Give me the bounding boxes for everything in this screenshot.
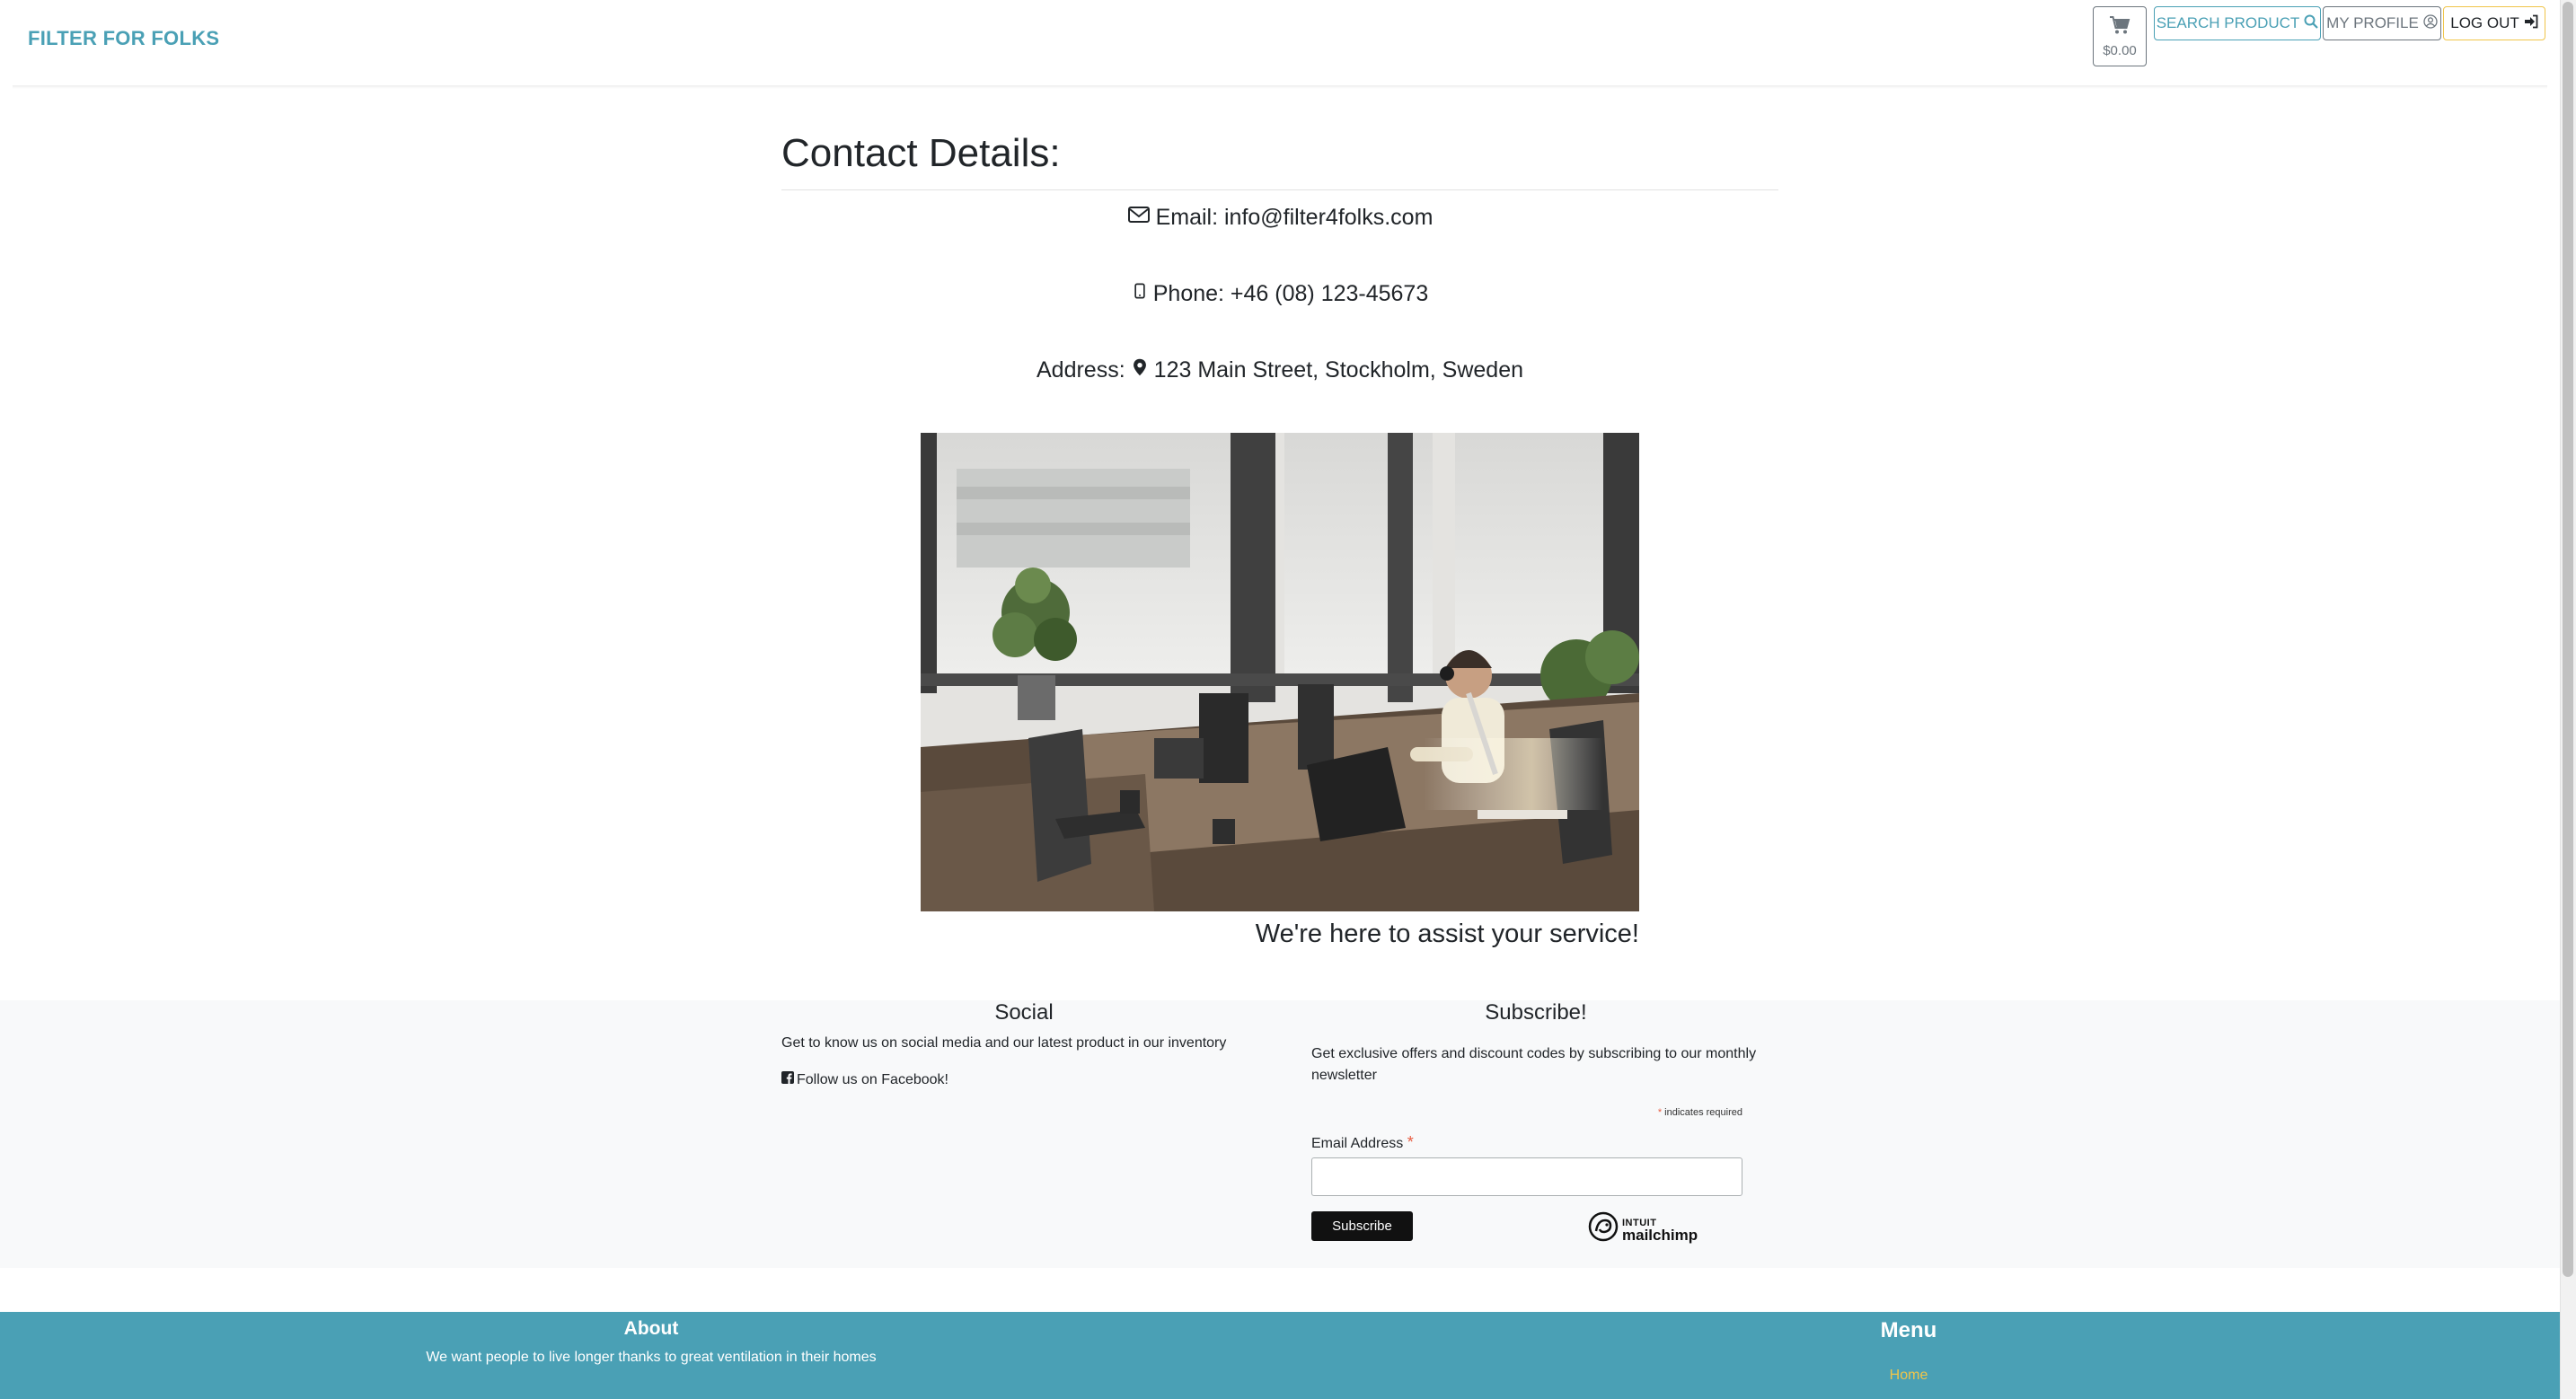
log-out-button[interactable]: LOG OUT: [2443, 6, 2545, 40]
scrollbar-thumb[interactable]: [2563, 2, 2573, 1277]
email-address-label: Email Address *: [1311, 1133, 1414, 1152]
map-marker-icon: [1131, 356, 1149, 385]
contact-title: Contact Details:: [781, 131, 1061, 175]
mailchimp-wordmark: INTUIT mailchimp: [1622, 1217, 1698, 1244]
mobile-phone-icon: [1132, 279, 1148, 309]
phone-text: Phone: +46 (08) 123-45673: [1152, 281, 1429, 306]
mailchimp-logo-icon: [1588, 1211, 1619, 1246]
subscribe-title: Subscribe!: [1485, 1000, 1587, 1025]
mailchimp-name-text: mailchimp: [1622, 1226, 1698, 1244]
required-star: *: [1657, 1107, 1663, 1118]
subscribe-button[interactable]: Subscribe: [1311, 1211, 1413, 1241]
page: FILTER FOR FOLKS $0.00 SEARCH PRODUCT MY…: [0, 0, 2576, 1399]
facebook-link[interactable]: Follow us on Facebook!: [781, 1071, 948, 1088]
social-title: Social: [994, 1000, 1054, 1025]
page-scrollbar[interactable]: [2560, 0, 2576, 1399]
search-icon: [2304, 14, 2319, 33]
contact-phone: Phone: +46 (08) 123-45673: [781, 279, 1778, 309]
contact-email: Email: info@filter4folks.com: [781, 203, 1778, 233]
email-required-star: *: [1407, 1133, 1414, 1151]
social-text: Get to know us on social media and our l…: [781, 1035, 1227, 1051]
my-profile-button[interactable]: MY PROFILE: [2323, 6, 2441, 40]
contact-divider: [781, 189, 1778, 190]
cart-total: $0.00: [2103, 42, 2137, 58]
search-label: SEARCH PRODUCT: [2156, 14, 2300, 31]
sign-in-icon: [2524, 14, 2538, 33]
photo-caption: We're here to assist your service!: [1255, 919, 1639, 948]
profile-label: MY PROFILE: [2326, 14, 2419, 31]
email-text: Email: info@filter4folks.com: [1155, 205, 1434, 230]
social-subscribe-section: [0, 1000, 2560, 1268]
mailchimp-badge[interactable]: INTUIT mailchimp: [1588, 1211, 1698, 1246]
footer-menu-home-link[interactable]: Home: [1832, 1368, 1985, 1384]
navbar: FILTER FOR FOLKS $0.00 SEARCH PRODUCT MY…: [0, 0, 2560, 88]
subscribe-text: Get exclusive offers and discount codes …: [1311, 1046, 1757, 1083]
about-text: We want people to live longer thanks to …: [426, 1350, 877, 1365]
required-note: * indicates required: [1311, 1107, 1742, 1118]
brand-link[interactable]: FILTER FOR FOLKS: [28, 27, 219, 50]
logout-label: LOG OUT: [2450, 14, 2519, 31]
about-title: About: [623, 1318, 679, 1339]
user-circle-icon: [2423, 13, 2438, 33]
contact-address: Address: 123 Main Street, Stockholm, Swe…: [781, 356, 1778, 385]
address-label: Address:: [1037, 357, 1125, 383]
envelope-icon: [1127, 203, 1151, 233]
facebook-link-label: Follow us on Facebook!: [797, 1071, 948, 1087]
required-note-text: indicates required: [1664, 1107, 1742, 1118]
email-address-label-text: Email Address: [1311, 1136, 1404, 1151]
facebook-square-icon: [781, 1071, 794, 1088]
cart-button[interactable]: $0.00: [2093, 6, 2147, 66]
search-product-button[interactable]: SEARCH PRODUCT: [2154, 6, 2321, 40]
office-photo: [921, 433, 1639, 911]
email-address-input[interactable]: [1311, 1157, 1742, 1196]
address-text: 123 Main Street, Stockholm, Sweden: [1153, 357, 1523, 383]
menu-title: Menu: [1880, 1318, 1937, 1342]
cart-icon: [2109, 15, 2130, 40]
navbar-divider: [13, 85, 2547, 89]
